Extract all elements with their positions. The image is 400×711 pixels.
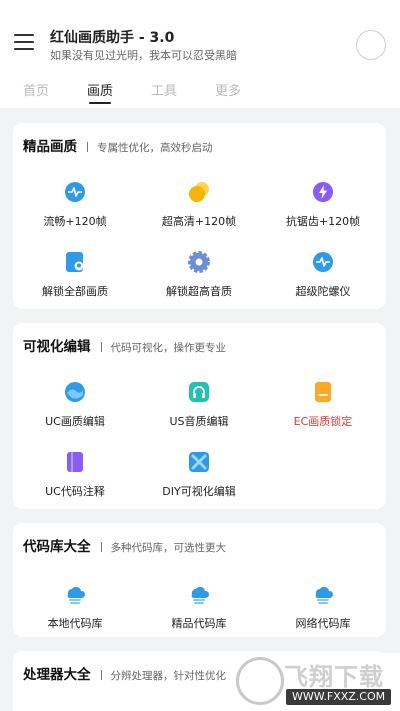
section-title: 处理器大全 bbox=[23, 667, 91, 683]
item-smooth-120fps[interactable]: 流畅+120帧 bbox=[13, 181, 137, 229]
section-header: 处理器大全 分辨处理器，针对性优化 bbox=[23, 663, 226, 683]
item-unlock-all-quality[interactable]: 解锁全部画质 bbox=[13, 251, 137, 299]
section-divider bbox=[100, 341, 102, 352]
diy-icon bbox=[189, 452, 209, 472]
item-label: 流畅+120帧 bbox=[43, 215, 107, 228]
section-divider bbox=[87, 141, 88, 152]
item-label: 超高清+120帧 bbox=[161, 215, 237, 228]
tab-tools[interactable]: 工具 bbox=[140, 80, 188, 99]
book-icon bbox=[67, 452, 83, 472]
app-subtitle: 如果没有见过光明，我本可以忍受黑暗 bbox=[50, 49, 237, 62]
section-desc: 专属性优化，高效秒启动 bbox=[97, 142, 213, 154]
section-title: 代码库大全 bbox=[23, 539, 91, 555]
item-us-audio-edit[interactable]: US音质编辑 bbox=[137, 381, 261, 429]
watermark-url: WWW.FXXZ.COM bbox=[286, 689, 392, 705]
item-label: UC画质编辑 bbox=[45, 415, 105, 428]
item-uhd-120fps[interactable]: 超高清+120帧 bbox=[137, 181, 261, 229]
headphones-icon bbox=[189, 382, 209, 402]
pulse-icon bbox=[313, 252, 333, 272]
section-desc: 代码可视化，操作更专业 bbox=[110, 342, 227, 354]
lightning-icon bbox=[313, 182, 333, 202]
section-desc: 分辨处理器，针对性优化 bbox=[110, 670, 227, 682]
item-label: 解锁超高音质 bbox=[166, 285, 232, 298]
section-visual-edit: 可视化编辑 代码可视化，操作更专业 UC画质编辑 US音质编辑 EC画质锁定 UC… bbox=[13, 323, 386, 509]
tab-more[interactable]: 更多 bbox=[204, 80, 252, 99]
tab-quality[interactable]: 画质 bbox=[76, 80, 124, 99]
item-antialias-120fps[interactable]: 抗锯齿+120帧 bbox=[261, 181, 385, 229]
item-uc-code-comments[interactable]: UC代码注释 bbox=[13, 451, 137, 499]
tab-home[interactable]: 首页 bbox=[12, 80, 60, 99]
item-network-library[interactable]: 网络代码库 bbox=[261, 583, 385, 631]
section-desc: 多种代码库，可选性更大 bbox=[110, 542, 227, 554]
item-unlock-hq-audio[interactable]: 解锁超高音质 bbox=[137, 251, 261, 299]
cloud-stack-icon bbox=[191, 586, 210, 604]
gear-icon bbox=[188, 251, 210, 273]
document-location-icon bbox=[66, 252, 84, 272]
section-title: 可视化编辑 bbox=[23, 339, 91, 355]
tab-bar: 首页 画质 工具 更多 bbox=[0, 78, 400, 104]
section-header: 代码库大全 多种代码库，可选性更大 bbox=[23, 535, 226, 555]
active-tab-indicator bbox=[89, 102, 111, 104]
section-title: 精品画质 bbox=[23, 139, 77, 155]
section-divider bbox=[100, 669, 102, 680]
section-code-library: 代码库大全 多种代码库，可选性更大 本地代码库 精品代码库 网络代码库 bbox=[13, 523, 386, 637]
item-label: 解锁全部画质 bbox=[42, 285, 108, 298]
watermark-text: 飞翔下载 bbox=[284, 663, 384, 691]
pulse-icon bbox=[65, 182, 85, 202]
item-label: EC画质锁定 bbox=[293, 415, 353, 428]
item-premium-library[interactable]: 精品代码库 bbox=[137, 583, 261, 631]
item-label: 精品代码库 bbox=[171, 617, 227, 630]
item-ec-quality-lock[interactable]: EC画质锁定 bbox=[261, 381, 385, 429]
item-label: 本地代码库 bbox=[47, 617, 103, 630]
item-label: US音质编辑 bbox=[169, 415, 229, 428]
app-title: 红仙画质助手 - 3.0 bbox=[50, 30, 175, 46]
item-label: DIY可视化编辑 bbox=[162, 485, 236, 498]
circles-icon bbox=[189, 182, 209, 202]
item-label: 抗锯齿+120帧 bbox=[285, 215, 361, 228]
cloud-stack-icon bbox=[315, 586, 334, 604]
item-label: UC代码注释 bbox=[45, 485, 105, 498]
watermark: 飞翔下载 WWW.FXXZ.COM bbox=[232, 653, 400, 711]
section-premium-quality: 精品画质 专属性优化，高效秒启动 流畅+120帧 超高清+120帧 抗锯齿+120… bbox=[13, 123, 386, 309]
item-local-library[interactable]: 本地代码库 bbox=[13, 583, 137, 631]
item-label: 超级陀螺仪 bbox=[295, 285, 351, 298]
item-super-gyroscope[interactable]: 超级陀螺仪 bbox=[261, 251, 385, 299]
folder-icon bbox=[315, 382, 331, 402]
app-header: 红仙画质助手 - 3.0 如果没有见过光明，我本可以忍受黑暗 首页 画质 工具 … bbox=[0, 0, 400, 108]
item-uc-quality-edit[interactable]: UC画质编辑 bbox=[13, 381, 137, 429]
section-divider bbox=[100, 541, 102, 552]
globe-icon bbox=[65, 382, 85, 402]
section-header: 精品画质 专属性优化，高效秒启动 bbox=[23, 135, 213, 155]
item-label: 网络代码库 bbox=[295, 617, 351, 630]
menu-icon[interactable] bbox=[14, 34, 34, 50]
watermark-logo-icon bbox=[236, 657, 284, 705]
section-header: 可视化编辑 代码可视化，操作更专业 bbox=[23, 335, 226, 355]
avatar[interactable] bbox=[356, 30, 386, 60]
item-diy-visual-edit[interactable]: DIY可视化编辑 bbox=[137, 451, 261, 499]
cloud-stack-icon bbox=[67, 586, 86, 604]
